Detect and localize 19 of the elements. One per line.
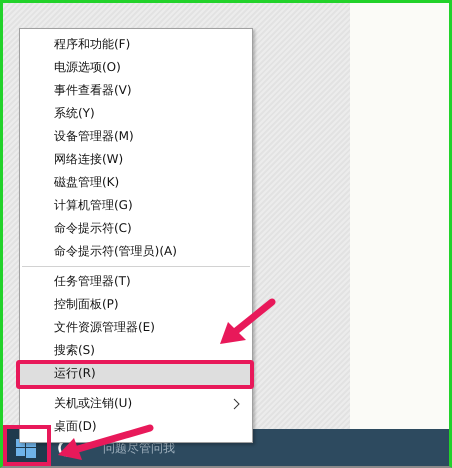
menu-item[interactable]: 文件资源管理器(E): [20, 316, 252, 339]
menu-item[interactable]: 搜索(S): [20, 339, 252, 362]
annotation-arrow: [220, 298, 276, 344]
menu-item[interactable]: 计算机管理(G): [20, 194, 252, 217]
menu-item[interactable]: 桌面(D): [20, 415, 252, 438]
menu-item[interactable]: 系统(Y): [20, 102, 252, 125]
menu-item[interactable]: 电源选项(O): [20, 56, 252, 79]
menu-item[interactable]: 命令提示符(管理员)(A): [20, 240, 252, 263]
menu-item[interactable]: 控制面板(P): [20, 293, 252, 316]
menu-item[interactable]: 磁盘管理(K): [20, 171, 252, 194]
menu-item[interactable]: 设备管理器(M): [20, 125, 252, 148]
menu-item[interactable]: 关机或注销(U): [20, 392, 252, 415]
menu-item[interactable]: 网络连接(W): [20, 148, 252, 171]
highlight-frame: [3, 425, 51, 466]
menu-item[interactable]: 事件查看器(V): [20, 79, 252, 102]
menu-item[interactable]: 运行(R): [20, 362, 252, 385]
menu-item[interactable]: 程序和功能(F): [20, 33, 252, 56]
menu-item[interactable]: 任务管理器(T): [20, 270, 252, 293]
menu-item[interactable]: 命令提示符(C): [20, 217, 252, 240]
